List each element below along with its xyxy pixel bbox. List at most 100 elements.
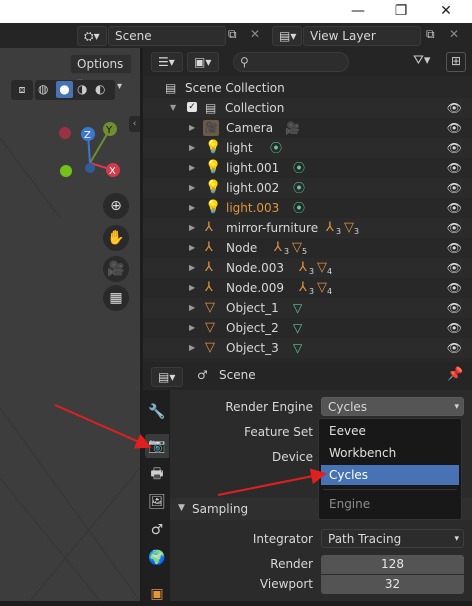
wireframe-shading-icon[interactable]: ◍ [38, 82, 48, 96]
expand-triangle-icon[interactable]: ▶ [189, 258, 195, 278]
menu-item-eevee[interactable]: Eevee [321, 421, 459, 441]
expand-triangle-icon[interactable]: ▶ [189, 138, 195, 158]
pan-hand-icon[interactable]: ✋ [103, 225, 129, 251]
outliner-row-scene-collection[interactable]: ▤ Scene Collection [143, 78, 472, 98]
visibility-eye-icon[interactable]: 👁 [447, 98, 462, 118]
outliner-row-node-009[interactable]: ▶ ⅄ Node.009 ⅄ 3 ▽ 4 👁 [143, 278, 472, 298]
node-003-label: Node.003 [226, 261, 285, 275]
restore-button[interactable]: ❐ [383, 0, 419, 23]
visibility-eye-icon[interactable]: 👁 [447, 158, 462, 178]
expand-triangle-icon[interactable]: ▶ [189, 118, 195, 138]
expand-triangle-icon[interactable]: ▶ [189, 278, 195, 298]
filter-funnel-icon[interactable]: ⛛▾ [413, 53, 430, 68]
new-collection-icon[interactable]: ⊞ [446, 52, 466, 72]
sidebar-toggle-icon[interactable]: ‹ [129, 116, 140, 132]
viewport-samples-field[interactable]: 32 [321, 575, 464, 594]
outliner-row-node-003[interactable]: ▶ ⅄ Node.003 ⅄ 3 ▽ 4 👁 [143, 258, 472, 278]
menu-item-workbench[interactable]: Workbench [321, 443, 459, 463]
material-shading-icon[interactable]: ◑ [77, 82, 87, 96]
visibility-eye-icon[interactable]: 👁 [447, 198, 462, 218]
child-mesh-icon: ▽ [317, 260, 327, 275]
tab-object[interactable]: ▣ [145, 582, 169, 606]
scene-selector-icon[interactable]: ⛭▾ [77, 26, 107, 46]
visibility-eye-icon[interactable]: 👁 [447, 238, 462, 258]
tab-output[interactable]: 🖶 [145, 462, 169, 486]
xray-toggle-icon[interactable]: ⧈ [11, 80, 33, 100]
outliner-row-mirror-furniture[interactable]: ▶ ⅄ mirror-furniture ⅄ 3 ▽ 3 👁 [143, 218, 472, 238]
3d-viewport[interactable]: Options ▾ ⧈ ◍ ● ◑ ◐ ▾ Y Z X ‹ ⊕ ✋ 🎥 ▦ [0, 48, 140, 601]
feature-set-label: Feature Set [244, 425, 313, 439]
sampling-label: Sampling [192, 502, 249, 516]
zoom-icon[interactable]: ⊕ [103, 193, 129, 219]
expand-triangle-icon[interactable]: ▶ [189, 238, 195, 258]
render-samples-field[interactable]: 128 [321, 555, 464, 574]
outliner-row-light-001[interactable]: ▶ 💡 light.001 ⦿ 👁 [143, 158, 472, 178]
expand-triangle-icon[interactable]: ▶ [189, 158, 195, 178]
shading-options-chevron-icon[interactable]: ▾ [117, 81, 122, 92]
visibility-eye-icon[interactable]: 👁 [447, 298, 462, 318]
outliner-search-input[interactable]: ⚲ [233, 52, 349, 72]
tab-view-layer[interactable]: 🖼 [145, 490, 169, 514]
expand-triangle-icon[interactable]: ▶ [189, 298, 195, 318]
tab-tool[interactable]: 🔧 [145, 400, 169, 424]
scene-name-field[interactable]: Scene [108, 26, 226, 46]
perspective-grid-icon[interactable]: ▦ [103, 285, 129, 311]
node-label: Node [226, 241, 258, 255]
svg-text:Z: Z [84, 130, 91, 141]
integrator-dropdown[interactable]: Path Tracing ▾ [321, 529, 464, 548]
options-dropdown[interactable]: Options ▾ [70, 54, 132, 89]
copy-scene-icon[interactable]: ⧉ [228, 27, 237, 42]
rendered-shading-icon[interactable]: ◐ [95, 82, 105, 96]
display-mode-icon[interactable]: ☰▾ [151, 52, 183, 72]
outliner-row-light-003[interactable]: ▶ 💡 light.003 ⦿ 👁 [143, 198, 472, 218]
mesh-object-icon: ▽ [205, 320, 215, 335]
menu-item-cycles[interactable]: Cycles [321, 465, 459, 485]
camera-view-icon[interactable]: 🎥 [103, 256, 129, 282]
visibility-eye-icon[interactable]: 👁 [447, 278, 462, 298]
viewlayer-selector-icon[interactable]: ▤▾ [272, 26, 302, 46]
object-2-label: Object_2 [226, 321, 279, 335]
visibility-eye-icon[interactable]: 👁 [447, 218, 462, 238]
outliner-row-object-2[interactable]: ▶ ▽ Object_2 ▽ 👁 [143, 318, 472, 338]
expand-triangle-icon[interactable]: ▶ [189, 218, 195, 238]
visibility-eye-icon[interactable]: 👁 [447, 138, 462, 158]
minimize-button[interactable]: — [340, 0, 376, 23]
copy-viewlayer-icon[interactable]: ⧉ [426, 27, 435, 42]
close-button[interactable]: ✕ [428, 0, 464, 23]
outliner-row-node[interactable]: ▶ ⅄ Node ⅄ 3 ▽ 5 👁 [143, 238, 472, 258]
view-filter-icon[interactable]: ▣▾ [187, 52, 219, 72]
visibility-eye-icon[interactable]: 👁 [447, 118, 462, 138]
remove-viewlayer-icon[interactable]: ✕ [449, 27, 459, 41]
expand-triangle-icon[interactable]: ▶ [189, 318, 195, 338]
pin-icon[interactable]: 📌 [447, 367, 463, 382]
outliner-row-collection[interactable]: ▼ ✓ ▤ Collection 👁 [143, 98, 472, 118]
visibility-eye-icon[interactable]: 👁 [447, 178, 462, 198]
visibility-eye-icon[interactable]: 👁 [447, 318, 462, 338]
editor-type-icon[interactable]: ▤▾ [151, 367, 183, 387]
solid-shading-icon[interactable]: ● [56, 81, 73, 98]
mesh-data-icon: ▽ [293, 321, 303, 335]
outliner-row-light[interactable]: ▶ 💡 light ⦿ 👁 [143, 138, 472, 158]
viewport-samples-label: Viewport [259, 577, 313, 591]
remove-scene-icon[interactable]: ✕ [250, 27, 260, 41]
viewlayer-name-field[interactable]: View Layer [303, 26, 421, 46]
outliner-row-light-002[interactable]: ▶ 💡 light.002 ⦿ 👁 [143, 178, 472, 198]
visibility-eye-icon[interactable]: 👁 [447, 258, 462, 278]
object-3-label: Object_3 [226, 341, 279, 355]
outliner-row-object-3[interactable]: ▶ ▽ Object_3 ▽ 👁 [143, 338, 472, 358]
visibility-eye-icon[interactable]: 👁 [447, 338, 462, 358]
outliner-row-camera[interactable]: ▶ 🎥 Camera 🎥 👁 [143, 118, 472, 138]
navigation-gizmo[interactable]: Y Z X [50, 118, 140, 198]
render-engine-value: Cycles [328, 400, 368, 414]
collapse-triangle-icon[interactable]: ▼ [170, 98, 176, 118]
tab-render[interactable]: 📷 [145, 434, 169, 458]
menu-divider [323, 489, 457, 490]
tab-world[interactable]: 🌍 [145, 546, 169, 570]
tab-scene[interactable]: ♂ [145, 518, 169, 542]
expand-triangle-icon[interactable]: ▶ [189, 338, 195, 358]
expand-triangle-icon[interactable]: ▶ [189, 178, 195, 198]
outliner-row-object-1[interactable]: ▶ ▽ Object_1 ▽ 👁 [143, 298, 472, 318]
expand-triangle-icon[interactable]: ▶ [189, 198, 195, 218]
checkbox-icon[interactable]: ✓ [187, 102, 197, 112]
render-engine-dropdown[interactable]: Cycles ▾ [321, 397, 464, 416]
